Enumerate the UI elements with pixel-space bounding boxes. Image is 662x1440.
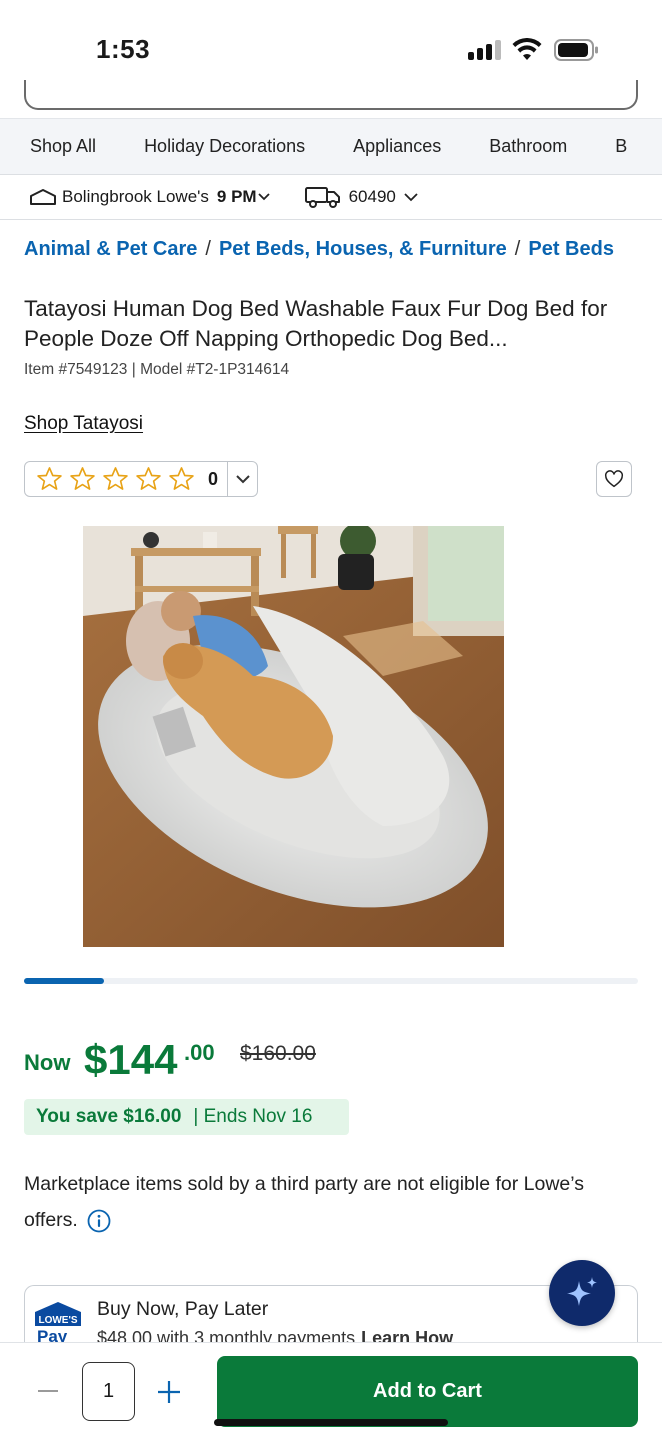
nav-item-bathroom[interactable]: Bathroom (459, 136, 567, 157)
product-image[interactable] (83, 526, 504, 947)
favorite-button[interactable] (596, 461, 632, 497)
delivery-zip-selector[interactable]: 60490 (304, 186, 420, 208)
ai-assistant-button[interactable] (549, 1260, 615, 1326)
image-carousel-progress-fill (24, 978, 104, 984)
image-carousel-progress (24, 978, 638, 984)
rating-stars: 0 (25, 465, 218, 493)
price-dollars: $144 (84, 1036, 178, 1083)
price-cents: .00 (184, 1040, 215, 1065)
breadcrumb-separator: / (205, 238, 211, 260)
svg-text:LOWE'S: LOWE'S (38, 1315, 77, 1326)
lowes-pay-logo: LOWE'S Pay (35, 1302, 81, 1344)
status-time: 1:53 (96, 34, 151, 64)
rating-count: 0 (208, 468, 219, 489)
pay-later-title: Buy Now, Pay Later (97, 1298, 269, 1320)
model-number: Model #T2-1P314614 (140, 361, 290, 378)
rating-divider (227, 462, 228, 496)
store-selector[interactable]: Bolingbrook Lowe's 9 PM (30, 187, 271, 207)
breadcrumb-link-animal-pet-care[interactable]: Animal & Pet Care (24, 238, 197, 260)
quantity-increase-button[interactable] (156, 1379, 182, 1405)
sparkle-icon (567, 1277, 597, 1306)
store-hours: 9 PM (216, 187, 257, 206)
quantity-decrease-button[interactable] (36, 1379, 60, 1403)
rating-dropdown[interactable]: 0 (24, 461, 258, 497)
price-was: $160.00 (240, 1042, 316, 1065)
star-empty-icon (136, 467, 161, 490)
category-nav: Shop All Holiday Decorations Appliances … (0, 118, 662, 174)
breadcrumb: Animal & Pet Care / Pet Beds, Houses, & Fu… (24, 238, 644, 261)
breadcrumb-link-pet-beds-houses[interactable]: Pet Beds, Houses, & Furniture (219, 238, 507, 260)
price-now-label: Now (24, 1050, 71, 1075)
breadcrumb-link-pet-beds[interactable]: Pet Beds (528, 238, 614, 260)
nav-item-next[interactable]: B (585, 136, 627, 157)
add-to-cart-bar: 1 Add to Cart (0, 1342, 662, 1440)
nav-item-shop-all[interactable]: Shop All (0, 136, 96, 157)
add-to-cart-button[interactable]: Add to Cart (217, 1356, 638, 1427)
nav-item-holiday-decorations[interactable]: Holiday Decorations (114, 136, 305, 157)
savings-badge: You save $16.00 | Ends Nov 16 (24, 1099, 349, 1135)
delivery-truck-icon (304, 187, 340, 208)
store-name: Bolingbrook Lowe's (62, 187, 209, 206)
savings-end-date: | Ends Nov 16 (193, 1106, 313, 1127)
search-bar[interactable] (24, 80, 638, 110)
cellular-signal-icon (468, 40, 502, 60)
item-model-numbers: Item #7549123 | Model #T2-1P314614 (24, 361, 289, 379)
chevron-down-icon (236, 475, 250, 484)
chevron-down-icon (257, 193, 270, 201)
marketplace-notice: Marketplace items sold by a third party … (24, 1166, 624, 1238)
item-number: Item #7549123 (24, 361, 128, 378)
store-delivery-row: Bolingbrook Lowe's 9 PM 60490 (0, 174, 662, 220)
home-indicator (214, 1419, 448, 1426)
star-empty-icon (169, 467, 194, 490)
savings-amount: You save $16.00 (36, 1106, 182, 1127)
meta-separator: | (131, 361, 136, 378)
heart-icon (605, 470, 623, 488)
info-icon[interactable] (87, 1209, 111, 1233)
star-empty-icon (103, 467, 128, 490)
product-title: Tatayosi Human Dog Bed Washable Faux Fur… (24, 296, 608, 351)
shop-brand-link[interactable]: Shop Tatayosi (24, 413, 143, 435)
nav-item-appliances[interactable]: Appliances (323, 136, 441, 157)
breadcrumb-separator: / (514, 238, 521, 260)
star-empty-icon (70, 467, 95, 490)
wifi-icon (512, 38, 542, 60)
store-icon (30, 189, 56, 205)
battery-icon (554, 39, 598, 61)
delivery-zip: 60490 (348, 187, 396, 206)
quantity-input[interactable]: 1 (82, 1362, 135, 1421)
chevron-down-icon (404, 193, 418, 202)
star-empty-icon (37, 467, 62, 490)
